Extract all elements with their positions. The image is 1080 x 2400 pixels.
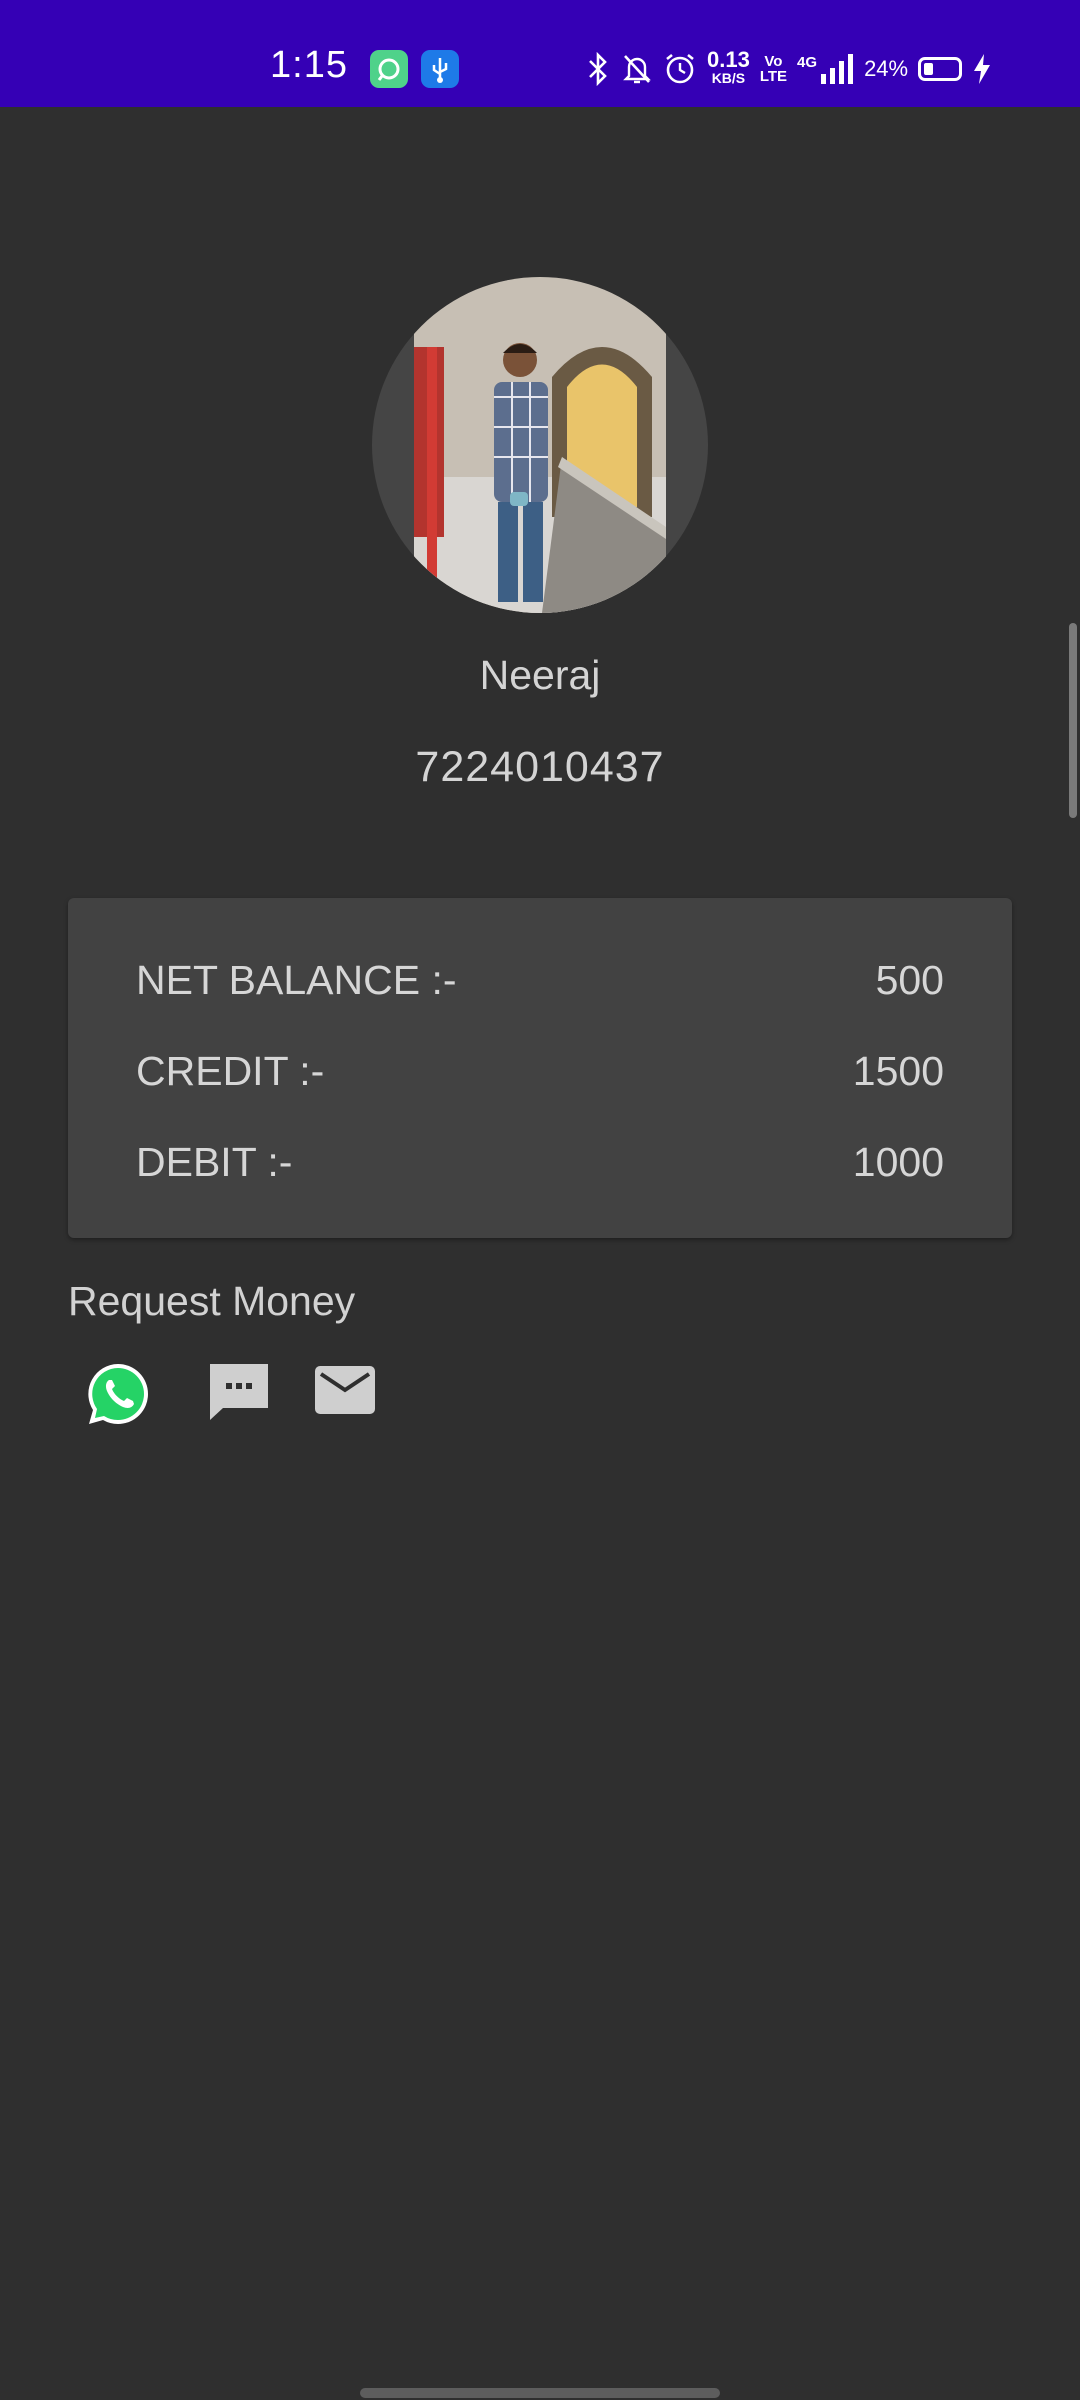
debit-row: DEBIT :- 1000 [68, 1132, 1012, 1192]
volte-indicator: Vo LTE [760, 54, 787, 84]
request-money-title: Request Money [68, 1278, 356, 1324]
app-notification-icon [370, 50, 408, 88]
net-balance-value: 500 [875, 956, 944, 1003]
charging-icon [972, 53, 992, 85]
battery-icon [918, 57, 963, 81]
usb-icon [421, 50, 459, 88]
net-speed: 0.13 KB/S [707, 49, 750, 87]
network-type: 4G [797, 54, 818, 71]
profile-phone: 7224010437 [415, 743, 665, 791]
credit-value: 1500 [852, 1047, 944, 1094]
net-balance-label: NET BALANCE :- [136, 956, 457, 1003]
navigation-handle[interactable] [360, 2388, 720, 2398]
battery-percent: 24% [864, 56, 909, 81]
net-balance-row: NET BALANCE :- 500 [68, 950, 1012, 1010]
signal-icon: 4G [797, 54, 854, 84]
alarm-icon [663, 52, 697, 86]
credit-row: CREDIT :- 1500 [68, 1041, 1012, 1101]
scrollbar[interactable] [1069, 623, 1077, 818]
debit-label: DEBIT :- [136, 1138, 293, 1185]
volte-bottom: LTE [759, 68, 788, 85]
net-speed-unit: KB/S [711, 70, 746, 86]
status-bar: 1:15 0.13 KB/S Vo LTE 4G 24% [0, 0, 1080, 107]
profile-name: Neeraj [479, 652, 601, 698]
status-time: 1:15 [270, 44, 348, 86]
mute-icon [621, 52, 653, 86]
sms-icon[interactable] [207, 1362, 271, 1424]
whatsapp-icon[interactable] [86, 1362, 150, 1426]
email-icon[interactable] [313, 1362, 377, 1418]
profile-avatar [372, 277, 708, 613]
debit-value: 1000 [852, 1138, 944, 1185]
credit-label: CREDIT :- [136, 1047, 325, 1094]
status-icons: 0.13 KB/S Vo LTE 4G 24% [585, 48, 992, 90]
bluetooth-icon [585, 52, 611, 86]
